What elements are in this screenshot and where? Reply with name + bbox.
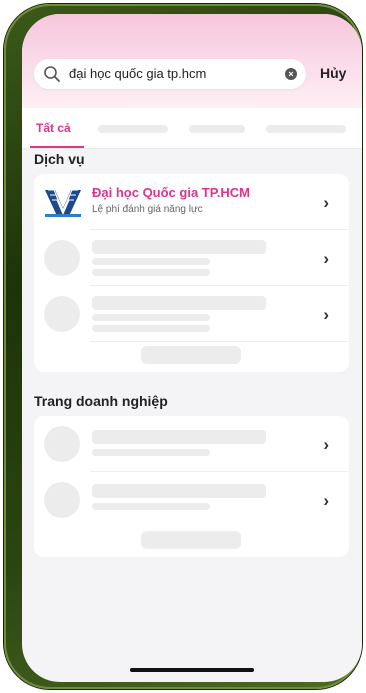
chevron-right-icon: › (323, 491, 329, 510)
university-logo-icon (45, 189, 81, 217)
avatar-placeholder (44, 426, 80, 462)
cancel-button[interactable]: Hủy (320, 65, 346, 81)
clear-icon[interactable]: × (285, 68, 297, 80)
see-more-placeholder[interactable] (141, 531, 241, 549)
active-tab-indicator (30, 146, 84, 148)
subtitle-placeholder (92, 449, 210, 456)
tab-placeholder[interactable] (98, 125, 168, 133)
chevron-right-icon: › (323, 305, 329, 324)
subtitle-placeholder (92, 258, 210, 265)
services-card: Đại học Quốc gia TP.HCM Lệ phí đánh giá … (34, 174, 349, 372)
service-subtitle: Lệ phí đánh giá năng lực (92, 204, 203, 215)
business-item-placeholder[interactable]: › (34, 472, 349, 528)
avatar-placeholder (44, 240, 80, 276)
section-title-services: Dịch vụ (34, 151, 85, 167)
tab-bar: Tất cả (22, 108, 362, 149)
title-placeholder (92, 240, 266, 254)
app-screen: đại học quốc gia tp.hcm × Hủy Tất cả Dịc… (22, 14, 362, 682)
chevron-right-icon: › (323, 249, 329, 268)
service-item-placeholder[interactable]: › (34, 286, 349, 342)
service-item[interactable]: Đại học Quốc gia TP.HCM Lệ phí đánh giá … (34, 174, 349, 230)
subtitle-placeholder (92, 314, 210, 321)
tab-all[interactable]: Tất cả (36, 121, 71, 135)
home-indicator[interactable] (130, 668, 254, 672)
header: đại học quốc gia tp.hcm × Hủy (22, 14, 362, 108)
search-input[interactable]: đại học quốc gia tp.hcm × (34, 59, 306, 89)
search-icon (44, 66, 60, 82)
chevron-right-icon: › (323, 193, 329, 212)
subtitle-placeholder (92, 269, 210, 276)
subtitle-placeholder (92, 325, 210, 332)
title-placeholder (92, 430, 266, 444)
divider (90, 341, 349, 342)
title-placeholder (92, 296, 266, 310)
tab-placeholder[interactable] (266, 125, 346, 133)
see-more-placeholder[interactable] (141, 346, 241, 364)
section-title-business: Trang doanh nghiệp (34, 393, 168, 409)
avatar-placeholder (44, 482, 80, 518)
title-placeholder (92, 484, 266, 498)
business-card: › › (34, 416, 349, 557)
chevron-right-icon: › (323, 435, 329, 454)
avatar-placeholder (44, 296, 80, 332)
service-title: Đại học Quốc gia TP.HCM (92, 185, 250, 200)
business-item-placeholder[interactable]: › (34, 416, 349, 472)
tab-placeholder[interactable] (189, 125, 245, 133)
service-item-placeholder[interactable]: › (34, 230, 349, 286)
subtitle-placeholder (92, 503, 210, 510)
search-query: đại học quốc gia tp.hcm (69, 66, 207, 81)
